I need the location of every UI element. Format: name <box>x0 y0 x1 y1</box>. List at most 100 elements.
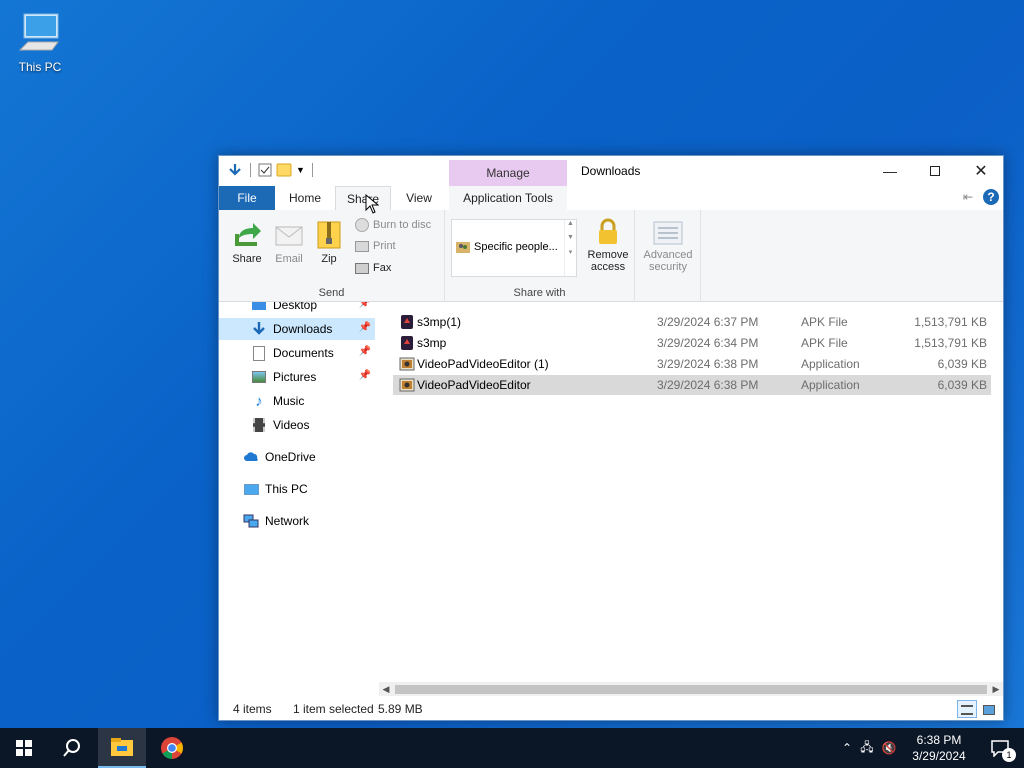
file-date: 3/29/2024 6:37 PM <box>657 315 759 329</box>
tab-file[interactable]: File <box>219 186 275 210</box>
down-arrow-icon[interactable] <box>227 162 243 178</box>
qat-dropdown-icon[interactable]: ▼ <box>296 165 305 175</box>
nav-item-desktop[interactable]: Desktop 📌 <box>219 302 375 316</box>
clock-time: 6:38 PM <box>916 733 962 747</box>
pin-icon: 📌 <box>358 346 371 357</box>
lock-icon <box>599 218 617 244</box>
maximize-button[interactable] <box>912 156 958 186</box>
file-list[interactable]: s3mp(1) 3/29/2024 6:37 PM APK File 1,513… <box>379 302 1003 684</box>
zip-label: Zip <box>321 253 337 265</box>
nav-item-label: This PC <box>265 482 308 496</box>
nav-item-videos[interactable]: Videos <box>219 414 375 436</box>
share-with-list[interactable]: Specific people... ▲ ▼ ▾ <box>451 219 577 277</box>
fax-button[interactable]: Fax <box>355 262 391 274</box>
ribbon-group-send: Share Email Zip Burn to disc Print Fax S… <box>219 210 445 302</box>
file-row[interactable]: s3mp 3/29/2024 6:34 PM APK File 1,513,79… <box>393 333 991 353</box>
advanced-security-button[interactable]: Advanced security <box>641 220 695 273</box>
taskbar-chrome[interactable] <box>148 728 196 768</box>
application-icon <box>399 378 415 392</box>
file-size: 1,513,791 KB <box>914 336 987 350</box>
pin-icon: 📌 <box>358 302 371 309</box>
ribbon-tabs: File Home Share View Application Tools ⇤… <box>219 186 1003 210</box>
help-icon[interactable]: ? <box>983 189 999 205</box>
minimize-button[interactable]: — <box>867 156 913 186</box>
pin-ribbon-icon[interactable]: ⇤ <box>963 190 973 204</box>
mouse-cursor-icon <box>365 194 379 214</box>
properties-icon[interactable] <box>258 163 272 177</box>
file-row[interactable]: VideoPadVideoEditor (1) 3/29/2024 6:38 P… <box>393 354 991 374</box>
file-size: 6,039 KB <box>937 378 987 392</box>
details-view-button[interactable] <box>957 700 977 718</box>
navigation-pane[interactable]: Desktop 📌 Downloads 📌 Documents 📌 Pictur… <box>219 302 379 684</box>
file-row-selected[interactable]: VideoPadVideoEditor 3/29/2024 6:38 PM Ap… <box>393 375 991 395</box>
title-bar: ▼ Manage Downloads — ✕ <box>219 156 1003 186</box>
tab-home[interactable]: Home <box>279 186 331 210</box>
file-name: s3mp <box>417 336 447 350</box>
nav-item-pictures[interactable]: Pictures 📌 <box>219 366 375 388</box>
pin-icon: 📌 <box>358 370 371 381</box>
start-button[interactable] <box>0 728 48 768</box>
share-with-group-label: Share with <box>513 287 566 299</box>
clock[interactable]: 6:38 PM 3/29/2024 <box>904 732 974 764</box>
close-button[interactable]: ✕ <box>958 156 1004 186</box>
nav-item-documents[interactable]: Documents 📌 <box>219 342 375 364</box>
ribbon-share: Share Email Zip Burn to disc Print Fax S… <box>219 210 1003 302</box>
status-item-count: 4 items <box>233 702 272 716</box>
nav-item-network[interactable]: Network <box>219 510 375 532</box>
search-button[interactable] <box>48 728 96 768</box>
burn-to-disc-label: Burn to disc <box>373 219 432 231</box>
tab-application-tools[interactable]: Application Tools <box>449 186 567 210</box>
notification-badge: 1 <box>1002 748 1016 762</box>
windows-logo-icon <box>16 740 32 756</box>
share-list-item-specific-people[interactable]: Specific people... <box>456 240 558 254</box>
system-tray: ⌃ 🖧 🔇 <box>838 728 900 768</box>
advanced-security-icon <box>653 221 683 245</box>
taskbar: ⌃ 🖧 🔇 6:38 PM 3/29/2024 1 <box>0 728 1024 768</box>
file-name: VideoPadVideoEditor <box>417 378 531 392</box>
application-icon <box>399 357 415 371</box>
desktop-icon-this-pc[interactable]: This PC <box>14 10 66 74</box>
burn-to-disc-button[interactable]: Burn to disc <box>355 218 431 232</box>
show-hidden-icons-icon[interactable]: ⌃ <box>838 741 856 755</box>
qat-separator <box>311 163 313 177</box>
remove-access-label-line1: Remove <box>587 249 629 261</box>
scroll-left-icon[interactable]: ◀ <box>379 682 393 696</box>
status-selected: 1 item selected <box>293 702 374 716</box>
people-icon <box>456 242 470 253</box>
new-folder-icon[interactable] <box>276 163 292 177</box>
volume-muted-icon[interactable]: 🔇 <box>878 741 900 755</box>
taskbar-file-explorer[interactable] <box>98 728 146 768</box>
tab-share[interactable]: Share <box>335 186 391 210</box>
pictures-icon <box>251 369 267 385</box>
file-type: Application <box>801 357 860 371</box>
network-status-icon[interactable]: 🖧 <box>856 738 878 759</box>
share-label: Share <box>232 253 262 265</box>
action-center-button[interactable]: 1 <box>976 728 1024 768</box>
print-button[interactable]: Print <box>355 240 396 252</box>
file-name: VideoPadVideoEditor (1) <box>417 357 549 371</box>
manage-contextual-tab[interactable]: Manage <box>449 160 567 186</box>
scrollbar-thumb[interactable] <box>395 685 987 694</box>
nav-item-downloads[interactable]: Downloads 📌 <box>219 318 375 340</box>
file-row[interactable]: s3mp(1) 3/29/2024 6:37 PM APK File 1,513… <box>393 312 991 332</box>
share-button[interactable]: Share <box>227 220 267 265</box>
advanced-security-label-line1: Advanced <box>643 249 693 261</box>
nav-item-this-pc[interactable]: This PC <box>219 478 375 500</box>
nav-item-label: Videos <box>273 418 310 432</box>
file-size: 1,513,791 KB <box>914 315 987 329</box>
horizontal-scrollbar[interactable]: ◀ ▶ <box>379 682 1003 696</box>
nav-item-onedrive[interactable]: OneDrive <box>219 446 375 468</box>
remove-access-button[interactable]: Remove access <box>585 218 631 273</box>
qat-separator <box>250 163 251 177</box>
zip-button[interactable]: Zip <box>311 220 347 265</box>
share-list-scrollbar[interactable]: ▲ ▼ ▾ <box>564 220 576 276</box>
email-button[interactable]: Email <box>269 220 309 265</box>
nav-item-music[interactable]: ♪ Music <box>219 390 375 412</box>
remove-access-label-line2: access <box>590 261 626 273</box>
details-view-icon <box>961 705 973 715</box>
scroll-right-icon[interactable]: ▶ <box>989 682 1003 696</box>
large-icons-view-button[interactable] <box>979 700 999 718</box>
music-icon: ♪ <box>255 392 263 410</box>
documents-icon <box>251 345 267 361</box>
tab-view[interactable]: View <box>395 186 443 210</box>
